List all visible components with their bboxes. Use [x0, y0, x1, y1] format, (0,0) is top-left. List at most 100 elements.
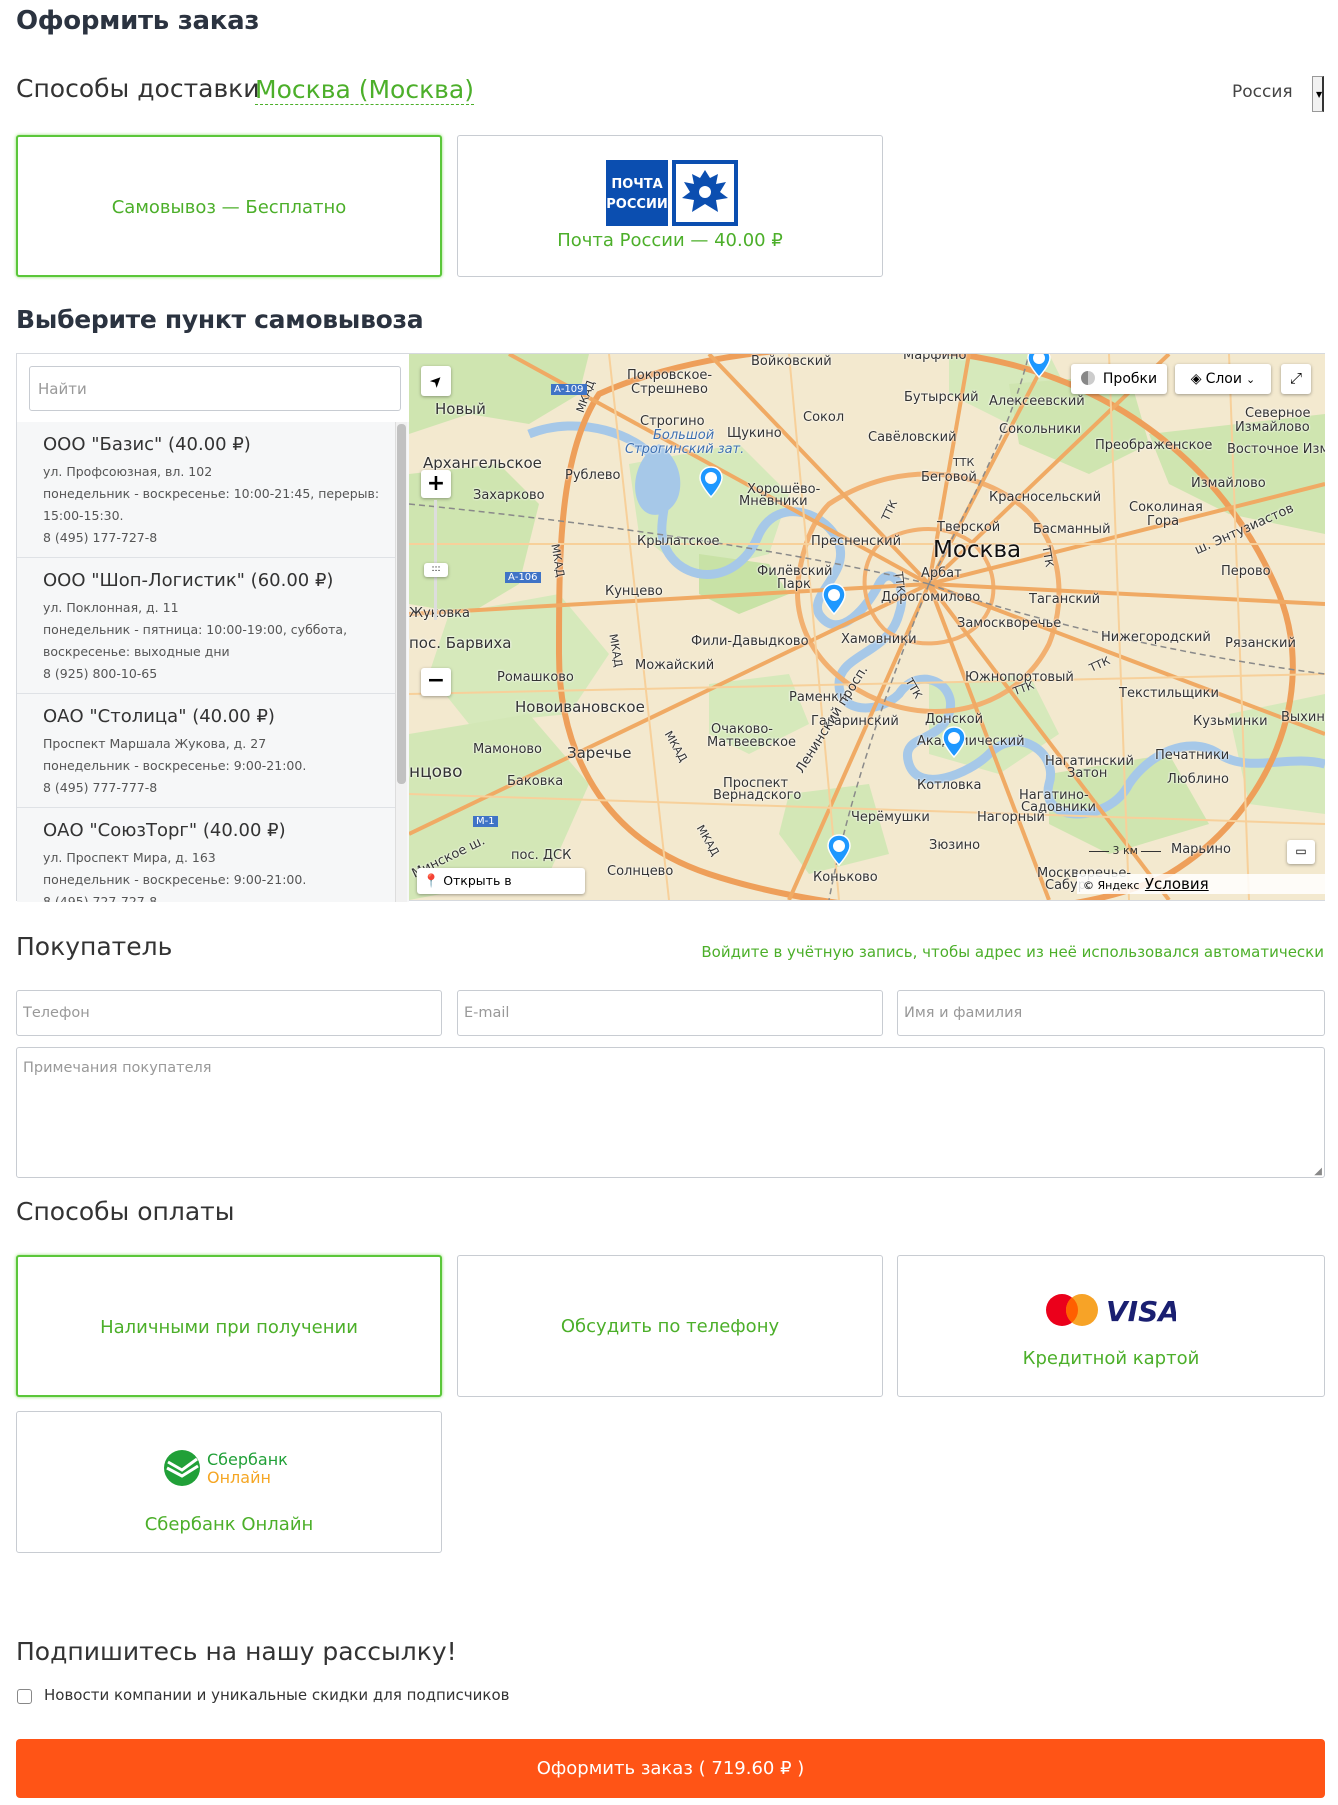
select-arrow[interactable]: ▼: [1312, 76, 1324, 112]
fullscreen-button[interactable]: ⤢: [1281, 364, 1311, 394]
pickup-point-name: ОАО "СоюзТорг" (40.00 ₽): [43, 820, 286, 841]
map-label: Пресненский: [811, 534, 902, 549]
pickup-search-input[interactable]: [30, 367, 400, 410]
map-label: Заречье: [567, 744, 632, 762]
map-label: Печатники: [1155, 748, 1230, 763]
payment-option-sberbank[interactable]: Сбербанк Онлайн Сбербанк Онлайн: [16, 1411, 442, 1553]
zoom-in-button[interactable]: +: [421, 470, 451, 498]
delivery-option-russian-post[interactable]: ПОЧТА РОССИИ Почта России — 40.00 ₽: [457, 135, 883, 277]
points-scrollbar[interactable]: [395, 422, 407, 902]
map-pin-icon[interactable]: [1027, 354, 1051, 378]
map-label-road: А-109: [551, 384, 587, 395]
map-label-road: А-106: [505, 572, 541, 583]
map-label: нцово: [409, 762, 463, 782]
map-label: Кунцево: [605, 584, 663, 599]
pickup-point-address: ул. Поклонная, д. 11: [43, 600, 179, 615]
map-pin-icon[interactable]: [942, 726, 966, 758]
country-select[interactable]: Россия ▼: [1220, 74, 1324, 112]
payment-option-cash[interactable]: Наличными при получении: [16, 1255, 442, 1397]
map-label: Котловка: [917, 778, 982, 793]
delivery-heading: Способы доставки: [16, 74, 260, 103]
page-title: Оформить заказ: [16, 6, 260, 36]
geolocation-button[interactable]: ➤: [421, 366, 451, 396]
notes-field[interactable]: ◢: [16, 1047, 1325, 1178]
name-field[interactable]: [897, 990, 1325, 1036]
submit-order-button[interactable]: Оформить заказ ( 719.60 ₽ ): [16, 1739, 1325, 1798]
subscribe-checkbox[interactable]: [17, 1689, 32, 1704]
map-pin-icon[interactable]: [699, 466, 723, 498]
payment-option-card[interactable]: VISA Кредитной картой: [897, 1255, 1325, 1397]
ruler-button[interactable]: ▭: [1287, 840, 1315, 864]
pickup-point[interactable]: ООО "Шоп-Логистик" (60.00 ₽) ул. Поклонн…: [17, 558, 397, 694]
delivery-option-pickup[interactable]: Самовывоз — Бесплатно: [16, 135, 442, 277]
map-label: Захарково: [473, 488, 545, 503]
pickup-point[interactable]: ОАО "Столица" (40.00 ₽) Проспект Маршала…: [17, 694, 397, 808]
map-label: Баковка: [507, 774, 564, 789]
map-label: пос. Барвиха: [409, 634, 512, 652]
caret-down-icon: ▼: [1316, 90, 1323, 99]
pickup-point-hours: понедельник - пятница: 10:00-19:00, субб…: [43, 622, 348, 637]
map-label: Строгинский зат.: [625, 442, 745, 457]
map-attribution: © Яндекс Условия использования: [1077, 874, 1325, 900]
notes-textarea[interactable]: [17, 1048, 1324, 1177]
map-label: Мамоново: [473, 742, 543, 757]
layers-button[interactable]: ◈ Слои ⌄: [1175, 364, 1271, 394]
pickup-panel: ООО "Базис" (40.00 ₽) ул. Профсоюзная, в…: [16, 353, 1325, 902]
pickup-point[interactable]: ОАО "СоюзТорг" (40.00 ₽) ул. Проспект Ми…: [17, 808, 397, 902]
map-label: Донской: [925, 712, 984, 727]
map-label: Черёмушки: [851, 810, 930, 825]
scale-bar: [1141, 850, 1162, 852]
pickup-point-name: ООО "Шоп-Логистик" (60.00 ₽): [43, 570, 334, 591]
subscribe-checkbox-label[interactable]: Новости компании и уникальные скидки для…: [44, 1686, 509, 1704]
traffic-button[interactable]: Пробки: [1071, 364, 1167, 394]
payment-option-label: Обсудить по телефону: [560, 1316, 780, 1337]
map-pin-icon[interactable]: [822, 583, 846, 615]
map-label: Сокольники: [999, 422, 1082, 437]
open-in-yandex-button[interactable]: 📍Открыть в Яндекс.Картах: [417, 868, 585, 894]
scrollbar-thumb[interactable]: [397, 424, 406, 784]
zoom-out-button[interactable]: −: [421, 668, 451, 696]
pickup-map[interactable]: Войковский Марфино Покровское- Стрешнево…: [409, 354, 1325, 900]
map-label: Новый: [435, 400, 486, 418]
map-label: Соколиная: [1129, 500, 1203, 515]
map-label: Парк: [777, 577, 811, 592]
phone-field[interactable]: [16, 990, 442, 1036]
map-label: пос. ДСК: [511, 848, 572, 863]
zoom-slider-handle[interactable]: :::: [424, 563, 448, 577]
resize-handle-icon[interactable]: ◢: [1314, 1166, 1322, 1177]
subscribe-heading: Подпишитесь на нашу рассылку!: [16, 1637, 457, 1666]
map-label: Жуковка: [409, 606, 470, 621]
payment-option-phone[interactable]: Обсудить по телефону: [457, 1255, 883, 1397]
map-label: Преображенское: [1095, 438, 1213, 453]
map-label: Марьино: [1171, 842, 1231, 857]
map-label: Коньково: [813, 870, 878, 885]
pickup-point-hours: понедельник - воскресенье: 9:00-21:00.: [43, 758, 307, 773]
pickup-point-address: ул. Профсоюзная, вл. 102: [43, 464, 213, 479]
location-pin-icon: 📍: [423, 874, 440, 889]
traffic-label: Пробки: [1102, 371, 1158, 387]
map-pin-icon[interactable]: [827, 834, 851, 866]
pickup-point[interactable]: ООО "Базис" (40.00 ₽) ул. Профсоюзная, в…: [17, 422, 397, 558]
map-label: Тверской: [937, 520, 1001, 535]
map-label: Стрешнево: [631, 382, 708, 397]
map-label: Алексеевский: [989, 394, 1085, 409]
buyer-heading: Покупатель: [16, 932, 173, 961]
map-label: Новоивановское: [515, 698, 645, 716]
svg-text:Сбербанк: Сбербанк: [207, 1450, 288, 1469]
russian-post-logo: ПОЧТА РОССИИ: [606, 160, 738, 226]
map-label: Академический: [917, 734, 1025, 749]
minus-icon: −: [426, 668, 446, 693]
login-hint-link[interactable]: Войдите в учётную запись, чтобы адрес из…: [701, 943, 1324, 961]
pickup-point-name: ОАО "Столица" (40.00 ₽): [43, 706, 275, 727]
email-input[interactable]: [458, 991, 882, 1035]
map-label: Ромашково: [497, 670, 574, 685]
city-link[interactable]: Москва (Москва): [255, 76, 474, 105]
email-field[interactable]: [457, 990, 883, 1036]
name-input[interactable]: [898, 991, 1324, 1035]
delivery-option-label: Самовывоз — Бесплатно: [111, 197, 347, 218]
zoom-slider-track[interactable]: [434, 500, 437, 620]
map-label: Фили-Давыдково: [691, 634, 809, 649]
phone-input[interactable]: [17, 991, 441, 1035]
pickup-point-address: Проспект Маршала Жукова, д. 27: [43, 736, 267, 751]
pickup-search[interactable]: [29, 366, 401, 411]
